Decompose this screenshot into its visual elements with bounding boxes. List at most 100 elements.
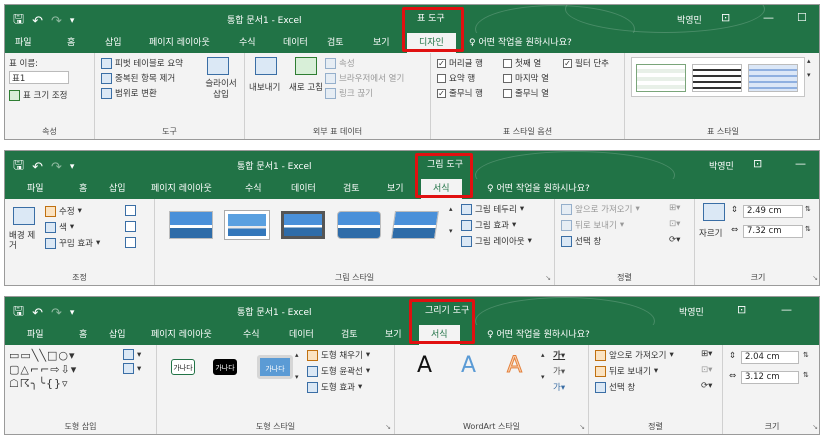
tab-review[interactable]: 검토 [343, 179, 360, 199]
user-name[interactable]: 박영민 [709, 159, 734, 172]
picture-style-thumb[interactable] [225, 211, 269, 239]
text-effects-icon[interactable]: 가▾ [553, 381, 565, 393]
tab-view[interactable]: 보기 [387, 179, 404, 199]
width-input[interactable]: 7.32 cm [743, 225, 803, 238]
artistic-effects-button[interactable]: 꾸밈 효과 ▾ [45, 237, 100, 249]
dialog-launcher-icon[interactable]: ↘ [579, 423, 585, 431]
convert-to-range-button[interactable]: 범위로 변환 [101, 87, 157, 99]
shape-outline-button[interactable]: 도형 윤곽선 ▾ [307, 365, 370, 377]
color-button[interactable]: 색 ▾ [45, 221, 74, 233]
rotate-icon[interactable]: ⟳▾ [669, 235, 680, 245]
banded-rows-checkbox[interactable]: ✓ 줄무늬 행 [437, 87, 483, 99]
refresh-button[interactable]: 새로 고침 [289, 81, 323, 93]
picture-style-thumb[interactable] [337, 211, 381, 239]
table-style-thumb[interactable] [692, 64, 742, 92]
selection-pane-button[interactable]: 선택 창 [561, 235, 601, 247]
tab-formulas[interactable]: 수식 [243, 325, 260, 345]
height-input[interactable]: 2.49 cm [743, 205, 803, 218]
shape-effects-button[interactable]: 도형 효과 ▾ [307, 381, 362, 393]
shapes-gallery-row[interactable]: ☖☈╮╰{}▿ [9, 377, 68, 390]
dialog-launcher-icon[interactable]: ↘ [812, 423, 818, 431]
undo-icon[interactable]: ↶ [32, 160, 43, 175]
gallery-scroll-icon[interactable]: ▴ [807, 57, 811, 65]
text-outline-icon[interactable]: 가▾ [553, 365, 565, 377]
tab-review[interactable]: 검토 [341, 325, 358, 345]
redo-icon[interactable]: ↷ [51, 14, 62, 29]
pivot-summary-button[interactable]: 피벗 테이블로 요약 [101, 57, 183, 69]
undo-icon[interactable]: ↶ [32, 306, 43, 321]
ribbon-display-icon[interactable]: ⊡ [737, 303, 746, 316]
first-column-checkbox[interactable]: 첫째 열 [503, 57, 541, 69]
shapes-gallery[interactable]: ▭▭╲╲□○▾ [9, 349, 76, 362]
shapes-gallery-row[interactable]: ▢△⌐⌐⇨⇩▾ [9, 363, 77, 376]
customize-qat-icon[interactable]: ▾ [70, 16, 75, 26]
shape-style-thumb-selected[interactable]: 가나다 [257, 355, 293, 379]
gallery-scroll-icon[interactable]: ▾ [807, 71, 811, 79]
shape-fill-button[interactable]: 도형 채우기 ▾ [307, 349, 370, 361]
header-row-checkbox[interactable]: ✓ 머리글 행 [437, 57, 483, 69]
picture-style-thumb[interactable] [169, 211, 213, 239]
tell-me-search[interactable]: ♀ 어떤 작업을 원하시나요? [469, 33, 572, 53]
tab-review[interactable]: 검토 [327, 33, 344, 53]
ribbon-display-icon[interactable]: ⊡ [753, 157, 762, 170]
save-icon[interactable]: 🖫 [13, 156, 24, 178]
tell-me-search[interactable]: ♀ 어떤 작업을 원하시나요? [487, 325, 590, 345]
crop-button[interactable]: 자르기 [699, 227, 722, 239]
picture-style-thumb[interactable] [391, 211, 439, 239]
remove-background-button[interactable]: 배경 제거 [9, 231, 39, 251]
group-objects-icon[interactable]: ⊡▾ [701, 365, 712, 375]
height-input[interactable]: 2.04 cm [741, 351, 799, 364]
picture-layout-button[interactable]: 그림 레이아웃 ▾ [461, 235, 532, 247]
tab-home[interactable]: 홈 [79, 325, 87, 345]
tab-formulas[interactable]: 수식 [239, 33, 256, 53]
total-row-checkbox[interactable]: 요약 행 [437, 72, 475, 84]
minimize-icon[interactable]: — [795, 157, 806, 170]
spinner-icon[interactable]: ⇅ [803, 371, 809, 379]
gallery-scroll-icon[interactable]: ▴ [541, 351, 545, 359]
tab-page-layout[interactable]: 페이지 레이아웃 [151, 325, 212, 345]
send-backward-button[interactable]: 뒤로 보내기 ▾ [561, 219, 624, 231]
tab-file[interactable]: 파일 [27, 325, 44, 345]
gallery-scroll-icon[interactable]: ▾ [541, 373, 545, 381]
customize-qat-icon[interactable]: ▾ [70, 162, 75, 172]
tell-me-search[interactable]: ♀ 어떤 작업을 원하시나요? [487, 179, 590, 199]
spinner-icon[interactable]: ⇅ [803, 351, 809, 359]
table-styles-gallery[interactable] [631, 57, 805, 97]
insert-slicer-button[interactable]: 슬라이서 삽입 [201, 79, 241, 101]
picture-styles-gallery[interactable] [165, 205, 449, 249]
tab-page-layout[interactable]: 페이지 레이아웃 [151, 179, 212, 199]
compress-icon[interactable] [125, 205, 136, 216]
gallery-scroll-icon[interactable]: ▴ [449, 205, 453, 213]
dialog-launcher-icon[interactable]: ↘ [545, 274, 551, 282]
bring-forward-button[interactable]: 앞으로 가져오기 ▾ [595, 349, 674, 361]
picture-border-button[interactable]: 그림 테두리 ▾ [461, 203, 524, 215]
save-icon[interactable]: 🖫 [13, 10, 24, 32]
customize-qat-icon[interactable]: ▾ [70, 308, 75, 318]
remove-duplicates-button[interactable]: 중복된 항목 제거 [101, 72, 175, 84]
gallery-scroll-icon[interactable]: ▴ [295, 351, 299, 359]
tab-insert[interactable]: 삽입 [105, 33, 122, 53]
wordart-style-black[interactable]: A [417, 353, 432, 378]
open-in-browser-button[interactable]: 브라우저에서 열기 [325, 72, 404, 84]
unlink-button[interactable]: 링크 끊기 [325, 87, 373, 99]
text-box-icon[interactable]: ▾ [123, 363, 141, 374]
gallery-scroll-icon[interactable]: ▾ [449, 227, 453, 235]
banded-columns-checkbox[interactable]: 줄무늬 열 [503, 87, 549, 99]
tab-insert[interactable]: 삽입 [109, 325, 126, 345]
edit-shape-icon[interactable]: ▾ [123, 349, 141, 360]
table-name-input[interactable]: 표1 [9, 71, 69, 84]
bring-forward-button[interactable]: 앞으로 가져오기 ▾ [561, 203, 640, 215]
tab-data[interactable]: 데이터 [291, 179, 316, 199]
tab-file[interactable]: 파일 [15, 33, 32, 53]
wordart-style-orange[interactable]: A [506, 353, 522, 379]
redo-icon[interactable]: ↷ [51, 306, 62, 321]
reset-picture-icon[interactable] [125, 237, 136, 248]
properties-button[interactable]: 속성 [325, 57, 355, 69]
ribbon-display-icon[interactable]: ⊡ [721, 11, 730, 24]
tab-view[interactable]: 보기 [373, 33, 390, 53]
tab-home[interactable]: 홈 [67, 33, 75, 53]
table-style-thumb[interactable] [748, 64, 798, 92]
undo-icon[interactable]: ↶ [32, 14, 43, 29]
minimize-icon[interactable]: — [763, 11, 774, 24]
text-fill-icon[interactable]: 가▾ [553, 349, 565, 361]
